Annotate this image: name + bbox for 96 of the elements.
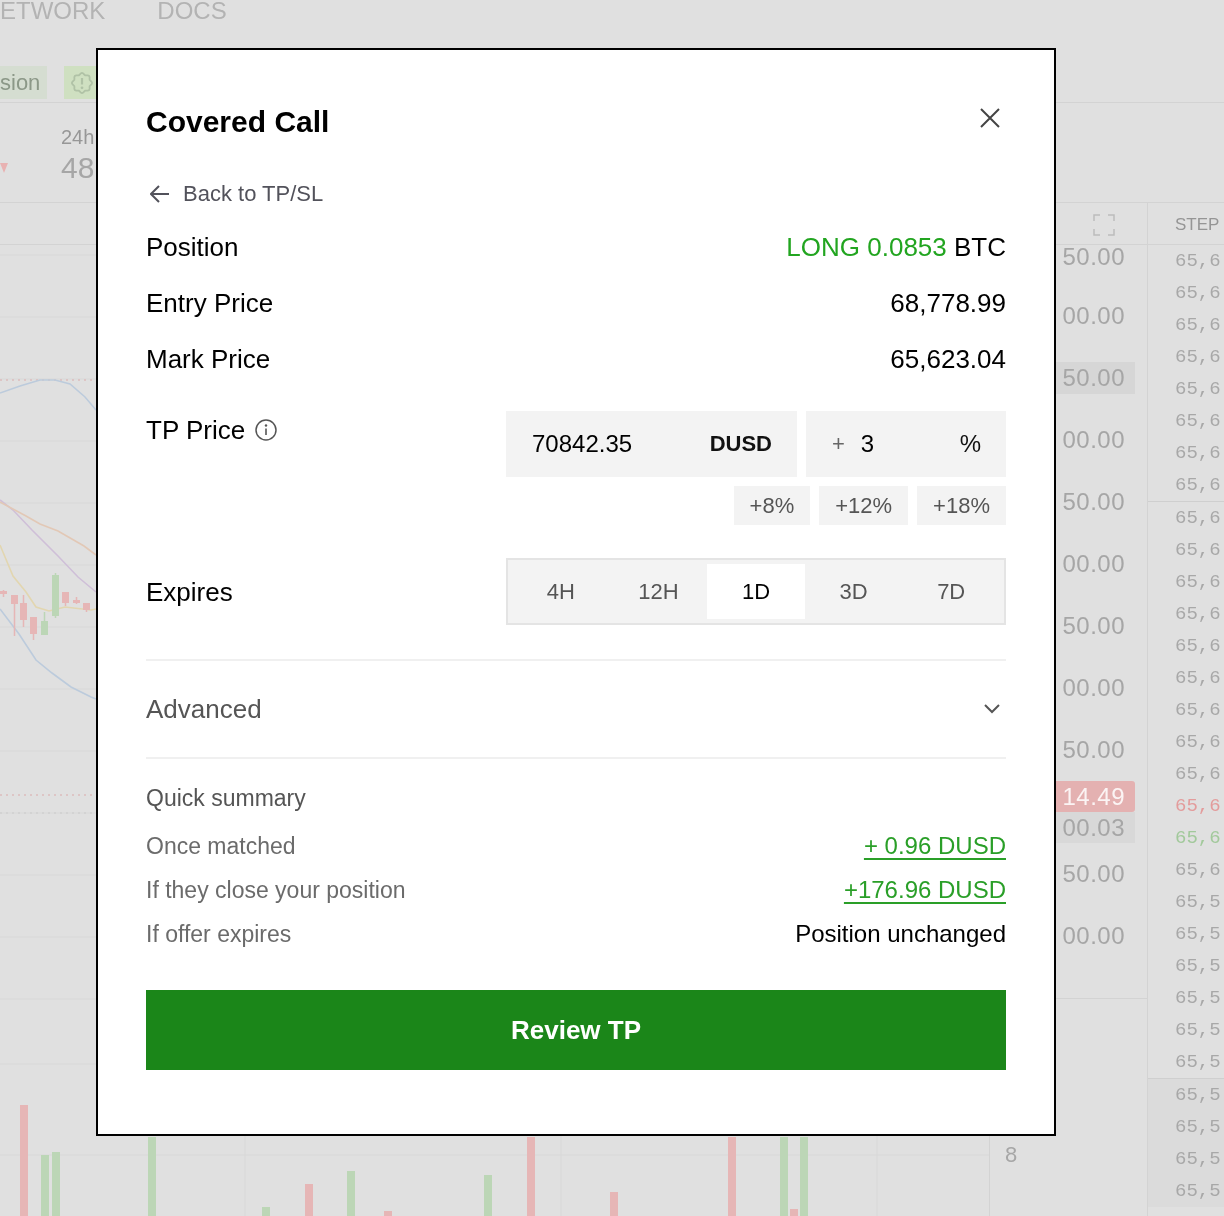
order-price: 65,6	[1175, 860, 1221, 880]
candlestick	[0, 589, 7, 598]
candlestick	[20, 594, 27, 628]
order-price: 65,6	[1175, 828, 1221, 848]
order-price: 65,6	[1175, 411, 1221, 431]
volume-bar	[347, 1171, 355, 1216]
sign-label: +	[832, 431, 845, 457]
order-price: 65,6	[1175, 636, 1221, 656]
expiry-option[interactable]: 12H	[609, 564, 708, 619]
order-price: 65,6	[1175, 764, 1221, 784]
order-price: 65,6	[1175, 347, 1221, 367]
volume-bar	[52, 1152, 60, 1216]
percent-field[interactable]: + 3 %	[806, 411, 1006, 477]
percent-unit: %	[959, 430, 981, 458]
detail-value: 65,623.04	[890, 343, 1006, 375]
volume-bar	[305, 1184, 313, 1216]
candlestick	[30, 616, 37, 641]
candlestick	[11, 594, 18, 637]
candlestick	[62, 591, 69, 607]
order-price: 65,5	[1175, 1020, 1221, 1040]
order-price: 65,5	[1175, 892, 1221, 912]
review-button[interactable]: Review TP	[146, 990, 1006, 1070]
summary-title: Quick summary	[146, 784, 306, 812]
price-label: 50.00	[1061, 245, 1126, 269]
expiry-option[interactable]: 7D	[902, 564, 1000, 619]
order-price: 65,5	[1175, 956, 1221, 976]
order-price: 65,6	[1175, 475, 1221, 495]
price-label: 50.00	[1061, 611, 1126, 641]
order-price: 65,6	[1175, 572, 1221, 592]
summary-value: Position unchanged	[795, 920, 1006, 948]
price-label: 00.00	[1061, 549, 1126, 579]
order-price: 65,6	[1175, 796, 1221, 816]
dialog-title: Covered Call	[146, 104, 330, 140]
price-label: 00.00	[1061, 921, 1126, 951]
volume-bar	[384, 1211, 392, 1216]
volume-bar	[41, 1155, 49, 1216]
summary-label: If they close your position	[146, 876, 406, 904]
percent-preset-button[interactable]: +8%	[733, 486, 811, 525]
order-price: 65,5	[1175, 924, 1221, 944]
triangle-down-icon	[0, 163, 8, 173]
price-label: 00.00	[1061, 673, 1126, 703]
order-price: 65,6	[1175, 668, 1221, 688]
detail-label: Position	[146, 231, 239, 263]
candlestick	[52, 572, 59, 619]
candlestick	[83, 602, 90, 613]
expiry-option[interactable]: 4H	[512, 564, 610, 619]
info-icon[interactable]	[255, 419, 278, 441]
price-input[interactable]: 70842.35	[532, 429, 672, 459]
price-label: 00.00	[1061, 425, 1126, 455]
price-label: 50.00	[1061, 859, 1126, 889]
order-price: 65,6	[1175, 732, 1221, 752]
advanced-toggle[interactable]: Advanced	[146, 661, 1006, 757]
currency-unit: DUSD	[709, 431, 772, 457]
order-price: 65,6	[1175, 379, 1221, 399]
volume-bar	[484, 1175, 492, 1216]
expiry-option[interactable]: 1D	[707, 564, 805, 619]
percent-input[interactable]: 3	[860, 429, 944, 459]
volume-axis-label: 8	[1005, 1142, 1018, 1167]
detail-value: 68,778.99	[890, 287, 1006, 319]
order-price: 65,6	[1175, 283, 1221, 303]
order-price: 65,5	[1175, 988, 1221, 1008]
order-price: 65,6	[1175, 540, 1221, 560]
order-price: 65,6	[1175, 604, 1221, 624]
back-link[interactable]: Back to TP/SL	[146, 180, 324, 208]
order-price: 65,6	[1175, 251, 1221, 271]
price-label: 50.00	[1061, 735, 1126, 765]
stat-value: 48	[61, 153, 95, 183]
detail-label: Entry Price	[146, 287, 274, 319]
position-value: LONG 0.0853 BTC	[786, 231, 1006, 263]
percent-preset-button[interactable]: +12%	[819, 486, 909, 525]
price-field[interactable]: 70842.35 DUSD	[506, 411, 797, 477]
percent-preset-button[interactable]: +18%	[917, 486, 1006, 525]
candlestick	[73, 596, 80, 605]
candlestick	[41, 611, 48, 636]
field-label: Expires	[146, 576, 233, 607]
arrow-left-icon	[150, 185, 170, 203]
order-price: 65,6	[1175, 443, 1221, 463]
price-label: 50.00	[1061, 487, 1126, 517]
stat-label: 24h	[61, 127, 95, 147]
price-label: 00.00	[1061, 301, 1126, 331]
expiry-option[interactable]: 3D	[804, 564, 903, 619]
order-price: 65,6	[1175, 700, 1221, 720]
amount-link[interactable]: +176.96 DUSD	[843, 876, 1006, 904]
volume-bar	[790, 1209, 798, 1216]
summary-label: Once matched	[146, 832, 296, 860]
detail-label: Mark Price	[146, 343, 271, 375]
order-price: 65,5	[1175, 1052, 1221, 1072]
field-label: TP Price	[146, 415, 246, 445]
order-price: 65,6	[1175, 315, 1221, 335]
close-icon	[979, 107, 1001, 129]
column-header: STEP	[1175, 215, 1220, 235]
volume-bar	[262, 1207, 270, 1216]
order-price: 65,6	[1175, 508, 1221, 528]
volume-bar	[610, 1192, 618, 1216]
summary-label: If offer expires	[146, 920, 292, 948]
amount-link[interactable]: + 0.96 DUSD	[863, 832, 1006, 860]
